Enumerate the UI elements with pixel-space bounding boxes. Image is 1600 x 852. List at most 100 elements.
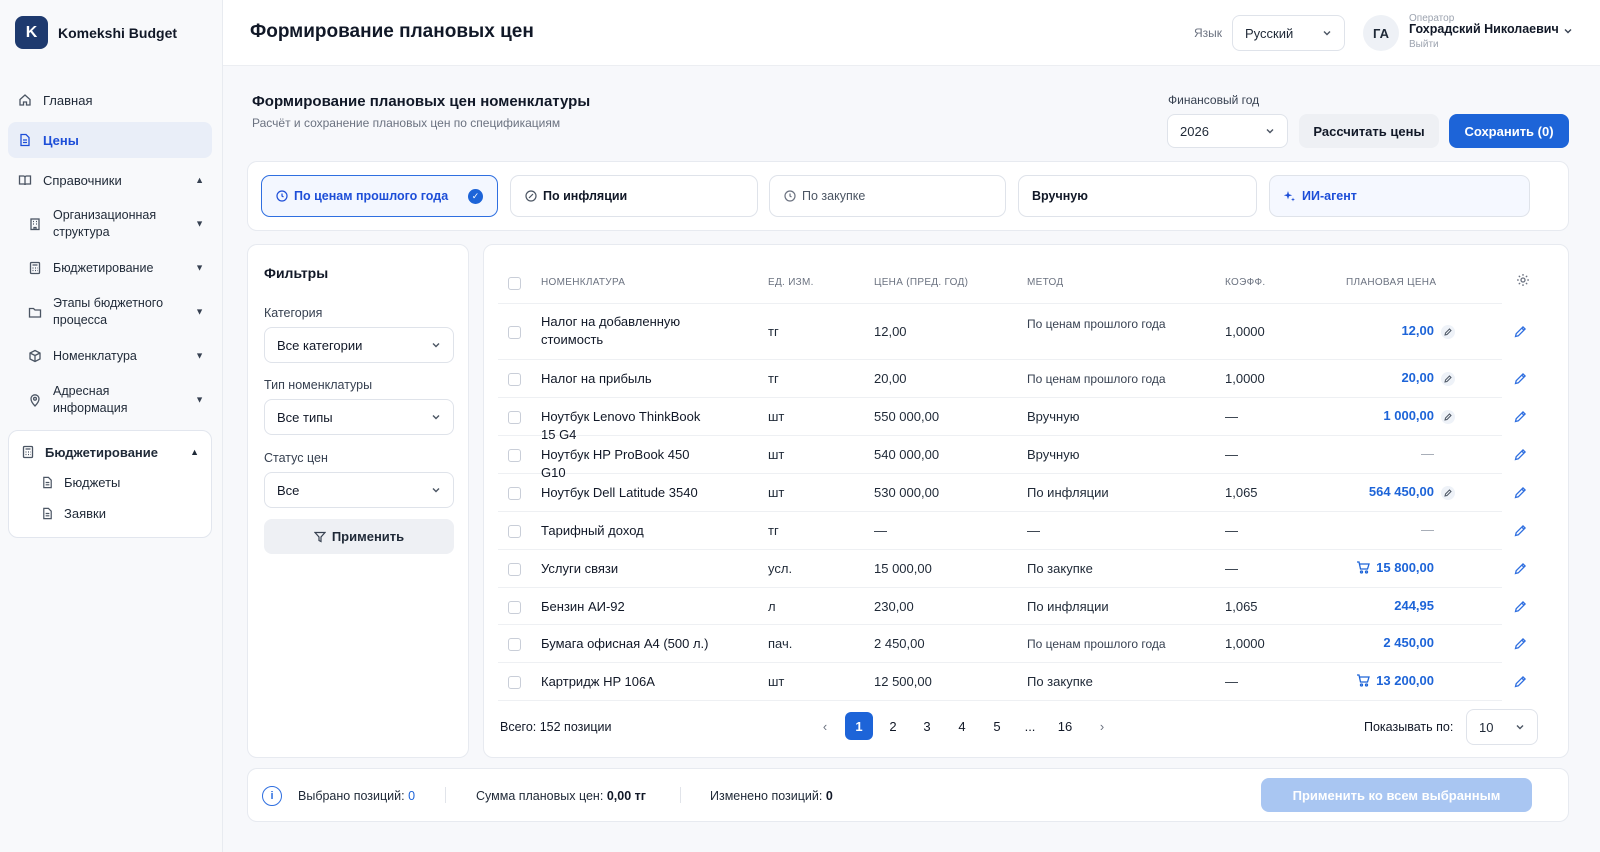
sidebar-item-budgets[interactable]: Бюджеты [9, 467, 211, 498]
row-checkbox[interactable] [508, 325, 521, 339]
sidebar-subitem-label: Бюджетирование [53, 260, 154, 275]
filters-panel: Фильтры Категория Все категории Тип номе… [247, 244, 469, 758]
column-header-method[interactable]: Метод [1027, 277, 1064, 288]
sidebar-item-home[interactable]: Главная [8, 82, 212, 118]
apply-filters-button[interactable]: Применить [264, 519, 454, 554]
chevron-down-icon [431, 412, 441, 422]
row-checkbox[interactable] [508, 563, 521, 576]
logo[interactable]: K Komekshi Budget [15, 16, 177, 49]
edit-plan-price-icon[interactable] [1441, 486, 1455, 500]
page-button[interactable]: 2 [879, 712, 907, 740]
calculate-prices-button[interactable]: Рассчитать цены [1299, 114, 1439, 148]
sidebar-item-references[interactable]: Справочники ▲ [8, 162, 212, 198]
avatar[interactable]: ГА [1363, 15, 1399, 51]
sparkle-icon [1283, 190, 1296, 203]
row-checkbox[interactable] [508, 487, 521, 500]
edit-row-pencil-icon[interactable] [1514, 524, 1527, 537]
sidebar-item-requests[interactable]: Заявки [9, 498, 211, 529]
method-last-year-prices[interactable]: По ценам прошлого года ✓ [261, 175, 498, 217]
edit-row-pencil-icon[interactable] [1514, 372, 1527, 385]
logout-link[interactable]: Выйти [1409, 39, 1439, 50]
row-checkbox[interactable] [508, 449, 521, 462]
edit-row-pencil-icon[interactable] [1514, 486, 1527, 499]
edit-row-pencil-icon[interactable] [1514, 600, 1527, 613]
row-checkbox[interactable] [508, 600, 521, 614]
plan-price-value: — [1421, 522, 1434, 537]
cell-plan-price[interactable]: 244,95 [1314, 598, 1434, 613]
edit-row-pencil-icon[interactable] [1514, 637, 1527, 650]
language-select[interactable]: Русский [1232, 15, 1345, 51]
row-checkbox[interactable] [508, 638, 521, 651]
sidebar-item-prices[interactable]: Цены [8, 122, 212, 158]
edit-plan-price-icon[interactable] [1441, 324, 1455, 339]
method-procurement[interactable]: По закупке [769, 175, 1006, 217]
cell-method: По инфляции [1027, 485, 1109, 500]
page-button[interactable]: 5 [983, 712, 1011, 740]
category-select[interactable]: Все категории [264, 327, 454, 363]
cell-plan-price[interactable]: 12,00 [1314, 323, 1434, 338]
method-inflation[interactable]: По инфляции [510, 175, 758, 217]
cell-plan-price[interactable]: — [1314, 446, 1434, 461]
status-value: Все [277, 482, 300, 498]
cell-coef: — [1225, 674, 1238, 689]
chevron-down-icon[interactable] [1563, 26, 1573, 36]
row-checkbox[interactable] [508, 373, 521, 386]
save-button[interactable]: Сохранить (0) [1449, 114, 1569, 148]
edit-row-pencil-icon[interactable] [1514, 325, 1527, 338]
column-header-coef[interactable]: Коэфф. [1225, 277, 1265, 288]
method-ai-agent[interactable]: ИИ-агент [1269, 175, 1530, 217]
apply-to-selected-button[interactable]: Применить ко всем выбранным [1261, 778, 1532, 812]
status-select[interactable]: Все [264, 472, 454, 508]
edit-row-pencil-icon[interactable] [1514, 675, 1527, 688]
select-all-checkbox[interactable] [508, 277, 521, 290]
page-button[interactable]: 16 [1051, 712, 1079, 740]
row-checkbox[interactable] [508, 525, 521, 538]
sidebar-subitem-budgeting[interactable]: Бюджетирование ▼ [8, 246, 212, 290]
edit-row-pencil-icon[interactable] [1514, 562, 1527, 575]
column-header-name[interactable]: Номенклатура [541, 277, 625, 288]
column-header-prev-price[interactable]: Цена (пред. год) [874, 277, 968, 288]
type-select[interactable]: Все типы [264, 399, 454, 435]
status-label: Статус цен [264, 451, 328, 465]
page-button[interactable]: 3 [913, 712, 941, 740]
cell-plan-price[interactable]: 15 800,00 [1314, 560, 1434, 575]
fiscal-year-label: Финансовый год [1168, 93, 1260, 107]
sum-label: Сумма плановых цен: [476, 789, 604, 803]
sidebar-subitem-nomenclature[interactable]: Номенклатура ▼ [8, 334, 212, 378]
info-icon: i [262, 786, 282, 806]
row-checkbox[interactable] [508, 411, 521, 424]
cell-plan-price[interactable]: 13 200,00 [1314, 673, 1434, 688]
fiscal-year-select[interactable]: 2026 [1167, 114, 1288, 148]
gear-icon[interactable] [1516, 273, 1530, 287]
cell-plan-price[interactable]: 20,00 [1314, 370, 1434, 385]
edit-row-pencil-icon[interactable] [1514, 448, 1527, 461]
pagination-ellipsis: ... [1024, 718, 1036, 734]
cell-plan-price[interactable]: 2 450,00 [1314, 635, 1434, 650]
method-manual[interactable]: Вручную [1018, 175, 1257, 217]
prev-page-button[interactable]: ‹ [811, 712, 839, 740]
cell-plan-price[interactable]: — [1314, 522, 1434, 537]
sidebar-subitem-org-structure[interactable]: Организационная структура ▼ [8, 202, 212, 246]
row-checkbox[interactable] [508, 676, 521, 689]
sidebar-subitem-address[interactable]: Адресная информация ▼ [8, 378, 212, 422]
sidebar-group-header[interactable]: Бюджетирование ▲ [9, 437, 211, 467]
per-page-select[interactable]: 10 [1466, 709, 1538, 745]
section-title: Формирование плановых цен номенклатуры [252, 93, 591, 110]
method-label: По ценам прошлого года [294, 189, 449, 203]
edit-plan-price-icon[interactable] [1441, 410, 1455, 424]
per-page-value: 10 [1479, 719, 1494, 735]
calculator-icon [28, 261, 42, 275]
cell-plan-price[interactable]: 1 000,00 [1314, 408, 1434, 423]
next-page-button[interactable]: › [1088, 712, 1116, 740]
edit-plan-price-icon[interactable] [1441, 372, 1455, 386]
cell-plan-price[interactable]: 564 450,00 [1314, 484, 1434, 499]
column-header-unit[interactable]: Ед. изм. [768, 277, 814, 288]
column-header-plan-price[interactable]: Плановая цена [1346, 277, 1436, 288]
cell-prev-price: 540 000,00 [874, 447, 940, 462]
edit-row-pencil-icon[interactable] [1514, 410, 1527, 423]
page-button[interactable]: 1 [845, 712, 873, 740]
page-button[interactable]: 4 [948, 712, 976, 740]
sidebar-item-label: Цены [43, 132, 79, 148]
sidebar-subitem-budget-stages[interactable]: Этапы бюджетного процесса ▼ [8, 290, 212, 334]
map-pin-icon [28, 393, 42, 407]
